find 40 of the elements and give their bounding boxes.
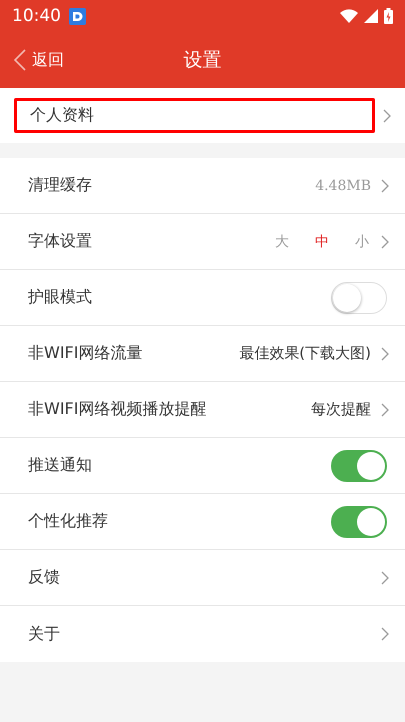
chevron-icon [381, 402, 389, 416]
chevron-icon [383, 108, 391, 122]
setting-label: 个性化推荐 [28, 511, 108, 532]
setting-label: 反馈 [28, 567, 60, 588]
battery-icon [384, 8, 393, 24]
wifi-icon [340, 9, 358, 23]
toggle-switch[interactable] [331, 506, 387, 538]
settings-row[interactable]: 清理缓存 4.48MB [0, 158, 405, 214]
chevron-icon [381, 570, 389, 584]
chevron-icon [381, 234, 389, 248]
settings-row[interactable]: 非WIFI网络流量 最佳效果(下载大图) [0, 326, 405, 382]
settings-row[interactable]: 非WIFI网络视频播放提醒 每次提醒 [0, 382, 405, 438]
setting-label: 字体设置 [28, 231, 92, 252]
settings-row[interactable]: 个性化推荐 [0, 494, 405, 550]
chevron-icon [381, 346, 389, 360]
signal-icon [364, 9, 378, 23]
settings-row[interactable]: 反馈 [0, 550, 405, 606]
setting-label: 关于 [28, 624, 60, 644]
setting-value: 最佳效果(下载大图) [239, 344, 371, 363]
settings-row[interactable]: 护眼模式 [0, 270, 405, 326]
setting-value: 每次提醒 [311, 400, 371, 419]
back-chevron-icon [14, 49, 26, 71]
profile-row[interactable]: 个人资料 [14, 98, 375, 133]
app-notification-icon [69, 8, 86, 24]
setting-label: 非WIFI网络流量 [28, 343, 142, 364]
toggle-switch[interactable] [331, 450, 387, 482]
setting-label: 非WIFI网络视频播放提醒 [28, 399, 206, 420]
setting-label: 清理缓存 [28, 175, 92, 196]
back-button[interactable]: 返回 [12, 45, 66, 75]
settings-row[interactable]: 字体设置 大 中 小 [0, 214, 405, 270]
settings-row[interactable]: 推送通知 [0, 438, 405, 494]
page-title: 设置 [184, 49, 222, 71]
settings-row[interactable]: 关于 [0, 606, 405, 662]
setting-value: 4.48MB [315, 178, 371, 194]
chevron-icon [381, 627, 389, 641]
setting-label: 推送通知 [28, 455, 92, 476]
setting-label: 护眼模式 [28, 287, 92, 308]
status-time: 10:40 [12, 6, 61, 26]
font-size-option[interactable]: 中 [315, 232, 329, 250]
chevron-icon [381, 178, 389, 192]
